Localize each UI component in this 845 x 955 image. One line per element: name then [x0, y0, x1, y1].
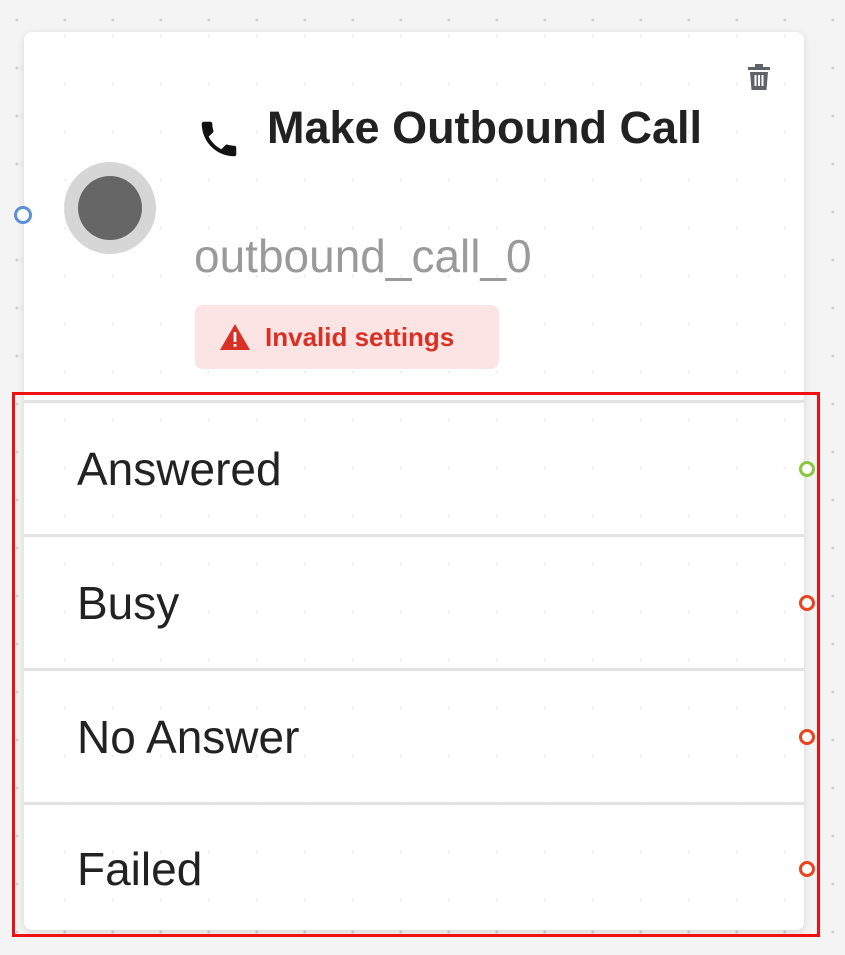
output-label: No Answer: [77, 710, 300, 763]
node-id: outbound_call_0: [194, 230, 532, 282]
delete-button[interactable]: [744, 62, 774, 92]
output-list: Answered Busy No Answer Failed: [24, 400, 815, 932]
warning-triangle-icon: [220, 324, 250, 350]
output-no-answer[interactable]: No Answer: [24, 668, 815, 802]
status-dot: [78, 176, 142, 240]
input-port[interactable]: [14, 206, 32, 224]
output-answered[interactable]: Answered: [24, 400, 815, 534]
output-port-no-answer[interactable]: [799, 728, 815, 745]
output-label: Busy: [77, 576, 180, 629]
output-label: Failed: [77, 842, 203, 895]
output-port-answered[interactable]: [799, 460, 815, 477]
output-label: Answered: [77, 442, 282, 495]
node-card[interactable]: Make Outbound Call outbound_call_0 Inval…: [24, 32, 815, 932]
output-failed[interactable]: Failed: [24, 802, 815, 932]
output-busy[interactable]: Busy: [24, 534, 815, 668]
node-title: Make Outbound Call: [267, 102, 703, 153]
output-port-busy[interactable]: [799, 594, 815, 611]
warning-text: Invalid settings: [265, 321, 455, 352]
status-indicator: [64, 162, 156, 254]
trash-icon: [748, 64, 770, 90]
invalid-settings-badge[interactable]: Invalid settings: [195, 305, 499, 369]
output-port-failed[interactable]: [799, 860, 815, 877]
phone-icon: [201, 121, 237, 157]
